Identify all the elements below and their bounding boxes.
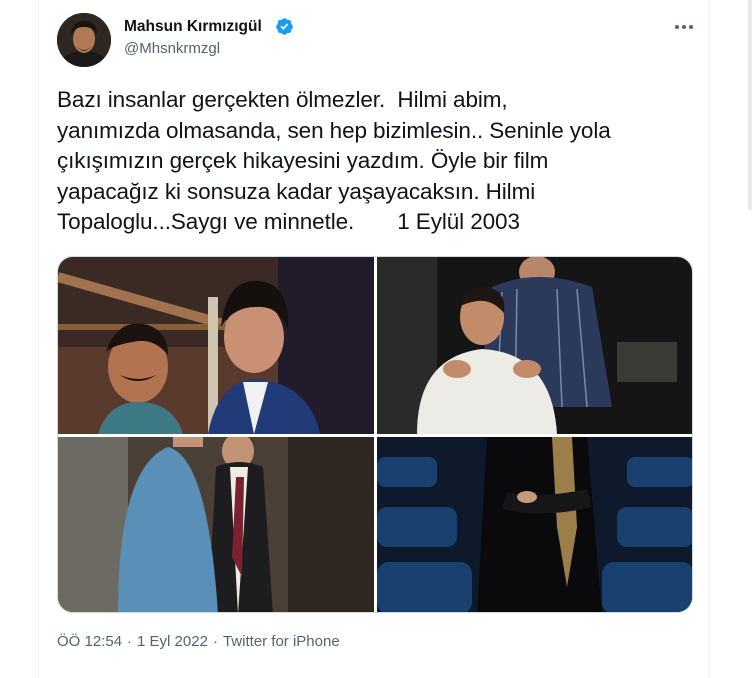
tweet-text: Bazı insanlar gerçekten ölmezler. Hilmi …	[57, 87, 611, 234]
media-grid	[57, 256, 693, 613]
more-options-button[interactable]	[664, 14, 704, 40]
display-name[interactable]: Mahsun Kırmızıgül	[124, 17, 262, 37]
avatar[interactable]	[57, 13, 111, 67]
photo-two-men-standing[interactable]	[58, 437, 374, 612]
tweet-date[interactable]: 1 Eyl 2022	[137, 633, 208, 650]
more-dot-icon	[689, 25, 693, 29]
verified-badge-icon[interactable]	[275, 17, 294, 36]
meta-separator: ·	[127, 633, 133, 650]
tweet-source[interactable]: Twitter for iPhone	[223, 633, 340, 650]
photo-man-in-theater-seats[interactable]	[377, 437, 692, 612]
tweet-time[interactable]: ÖÖ 12:54	[57, 633, 122, 650]
scrollbar[interactable]	[748, 0, 752, 210]
more-dot-icon	[682, 25, 686, 29]
handle[interactable]: @Mhsnkrmzgl	[124, 39, 220, 59]
tweet-meta: ÖÖ 12:54 · 1 Eyl 2022 · Twitter for iPhone	[57, 632, 340, 652]
more-dot-icon	[675, 25, 679, 29]
photo-two-men-smiling[interactable]	[58, 257, 374, 434]
meta-separator: ·	[212, 633, 218, 650]
photo-man-in-white-sweater[interactable]	[377, 257, 692, 434]
